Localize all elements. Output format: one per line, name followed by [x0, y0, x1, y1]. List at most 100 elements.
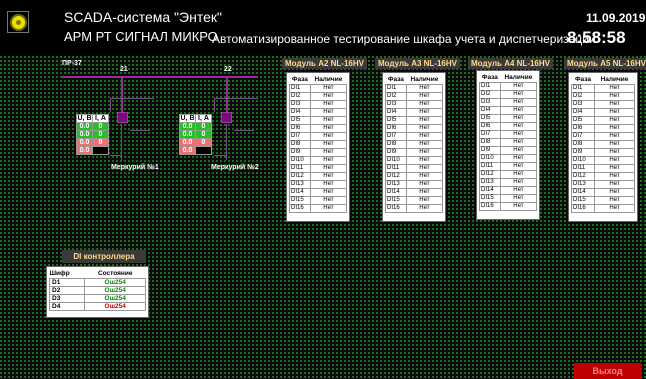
branch-line: [214, 98, 215, 112]
table-row: DI5 Нет: [571, 116, 635, 125]
channel-name: DI14: [385, 188, 407, 197]
table-row: DI15 Нет: [479, 194, 538, 203]
channel-name: DI4: [571, 108, 595, 117]
channel-name: DI4: [289, 108, 311, 117]
meter-value: 0: [195, 122, 212, 131]
branch-line: [214, 98, 258, 99]
channel-state: Нет: [594, 148, 635, 157]
channel-name: DI2: [385, 92, 407, 101]
channel-state: Нет: [499, 194, 538, 203]
branch-line: [110, 98, 154, 99]
table-row: DI14 Нет: [571, 188, 635, 197]
di-code: D1: [48, 277, 86, 287]
table-row: DI5 Нет: [289, 116, 348, 125]
channel-name: DI1: [571, 84, 595, 93]
table-row: DI9 Нет: [385, 148, 444, 157]
channel-state: Нет: [499, 122, 538, 131]
di-col-code: Шифр: [49, 269, 70, 277]
channel-name: DI14: [571, 188, 595, 197]
channel-state: Нет: [309, 156, 348, 165]
channel-state: Нет: [405, 132, 444, 141]
table-row: DI14 Нет: [385, 188, 444, 197]
channel-name: DI10: [289, 156, 311, 165]
table-row: DI11 Нет: [479, 162, 538, 171]
table-row: DI9 Нет: [289, 148, 348, 157]
channel-state: Нет: [405, 204, 444, 213]
di-code: D4: [48, 301, 86, 311]
channel-name: DI10: [479, 154, 501, 163]
table-row: DI2 Нет: [479, 90, 538, 99]
channel-name: DI11: [479, 162, 501, 171]
bus-label-2: 22: [224, 66, 232, 73]
feeder-1-line: [121, 77, 123, 117]
clock-display: 8:58:58: [567, 28, 626, 47]
channel-state: Нет: [499, 186, 538, 195]
channel-state: Нет: [594, 180, 635, 189]
channel-state: Нет: [594, 124, 635, 133]
channel-name: DI12: [385, 172, 407, 181]
col-phase: Фаза: [481, 74, 498, 81]
channel-state: Нет: [499, 114, 538, 123]
table-row: DI2 Нет: [385, 92, 444, 101]
channel-state: Нет: [499, 82, 538, 91]
channel-name: DI2: [289, 92, 311, 101]
meter-value: 0: [195, 130, 212, 139]
table-row: DI15 Нет: [385, 196, 444, 205]
module-a3-table: Фаза Наличие DI1 Нет DI2 Нет DI3 Нет DI4 Нет DI5 Не…: [382, 72, 446, 222]
channel-state: Нет: [405, 140, 444, 149]
meter-1-label[interactable]: Меркурий №1: [111, 164, 159, 171]
channel-name: DI1: [479, 82, 501, 91]
channel-state: Нет: [309, 132, 348, 141]
di-state: Ош254: [84, 277, 146, 287]
channel-name: DI3: [289, 100, 311, 109]
channel-name: DI6: [479, 122, 501, 131]
channel-state: Нет: [309, 100, 348, 109]
channel-name: DI7: [385, 132, 407, 141]
table-row: DI4 Нет: [479, 106, 538, 115]
channel-state: Нет: [405, 172, 444, 181]
branch-line: [226, 124, 227, 160]
channel-state: Нет: [594, 140, 635, 149]
meter-1-node[interactable]: [117, 112, 128, 123]
channel-state: Нет: [309, 140, 348, 149]
channel-state: Нет: [309, 124, 348, 133]
table-row: DI16 Нет: [571, 204, 635, 213]
channel-name: DI1: [385, 84, 407, 93]
channel-state: Нет: [499, 98, 538, 107]
branch-line: [110, 98, 111, 112]
main-bus: [62, 76, 258, 78]
channel-state: Нет: [499, 90, 538, 99]
channel-state: Нет: [499, 202, 538, 211]
meter-2-label[interactable]: Меркурий №2: [211, 164, 259, 171]
channel-name: DI5: [479, 114, 501, 123]
table-row: DI16 Нет: [479, 202, 538, 211]
channel-name: DI9: [571, 148, 595, 157]
channel-state: Нет: [309, 116, 348, 125]
meter-2-node[interactable]: [221, 112, 232, 123]
table-row: DI8 Нет: [571, 140, 635, 149]
table-row: DI1 Нет: [479, 82, 538, 91]
meter-value: 0.0: [76, 122, 93, 131]
branch-line: [234, 130, 254, 131]
channel-name: DI3: [571, 100, 595, 109]
table-row: DI1 Нет: [385, 84, 444, 93]
di-controller-table: Шифр Состояние D1 Ош254 D2 Ош254 D3 Ош25…: [46, 266, 149, 318]
table-row: DI7 Нет: [479, 130, 538, 139]
di-controller-title: DI контроллера: [62, 250, 146, 263]
channel-name: DI12: [289, 172, 311, 181]
panel-label: ПР-37: [62, 60, 82, 67]
table-row: D1 Ош254: [48, 277, 146, 287]
channel-state: Нет: [594, 92, 635, 101]
exit-button[interactable]: Выход: [574, 363, 641, 379]
channel-state: Нет: [405, 100, 444, 109]
channel-name: DI15: [479, 194, 501, 203]
table-row: DI4 Нет: [289, 108, 348, 117]
channel-name: DI7: [571, 132, 595, 141]
status-indicator-icon[interactable]: [7, 11, 29, 33]
module-a5-table: Фаза Наличие DI1 Нет DI2 Нет DI3 Нет DI4 Нет DI5 Не…: [568, 72, 638, 222]
app-subtitle: АРМ РТ СИГНАЛ МИКРО: [64, 29, 218, 44]
channel-name: DI15: [571, 196, 595, 205]
channel-name: DI12: [571, 172, 595, 181]
meter-value: 0: [92, 138, 109, 147]
channel-name: DI16: [289, 204, 311, 213]
